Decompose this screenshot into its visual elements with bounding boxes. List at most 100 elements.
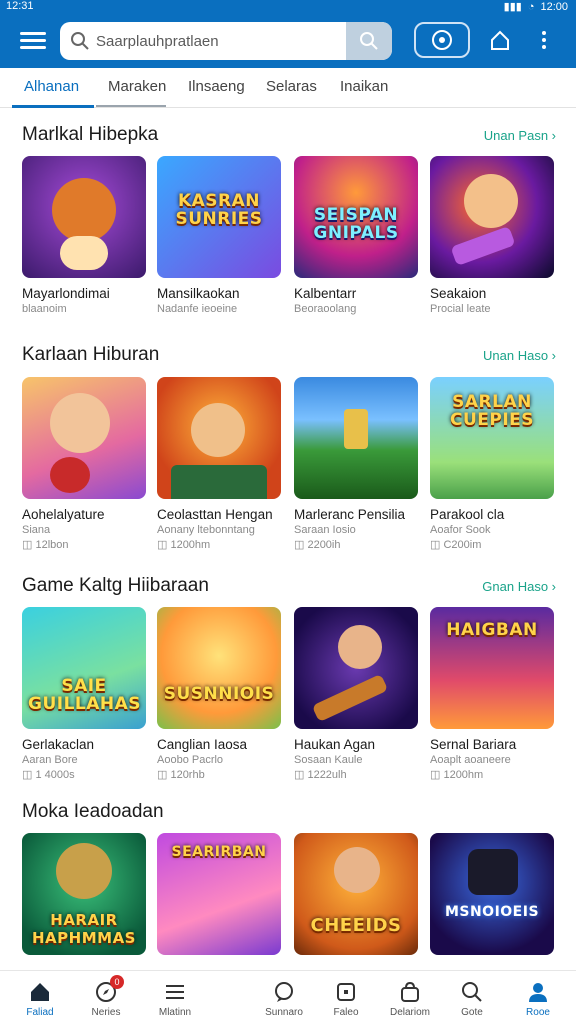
section-see-all-link[interactable]: Gnan Haso › bbox=[482, 579, 556, 594]
status-time: 12:31 bbox=[6, 0, 34, 12]
tab-maraken[interactable]: Maraken bbox=[108, 78, 166, 95]
game-card[interactable]: SUSNNIOIS Canglian Iaosa Aoobo Pacrlo ◫ … bbox=[157, 607, 281, 781]
game-logo-text: SARLAN CUEPIES bbox=[449, 392, 535, 430]
game-title: Seakaion bbox=[430, 286, 487, 301]
game-card[interactable]: SAIE GUILLAHAS Gerlakaclan Aaran Bore ◫ … bbox=[22, 607, 146, 781]
game-thumbnail: CHEEIDS bbox=[294, 833, 418, 955]
nav-item-home[interactable]: Faliad bbox=[10, 979, 70, 1018]
section-title: Marlkal Hibepka bbox=[22, 124, 159, 145]
bag-icon bbox=[401, 981, 419, 1002]
menu-button[interactable] bbox=[20, 28, 46, 52]
game-subtitle: Aoafor Sook bbox=[430, 524, 491, 536]
game-title: Haukan Agan bbox=[294, 737, 376, 752]
card-icon bbox=[337, 983, 355, 1001]
more-options-button[interactable] bbox=[528, 22, 560, 58]
game-logo-text: KASRAN SUNRIES bbox=[175, 191, 263, 229]
game-subtitle: Saraan Iosio bbox=[294, 524, 356, 536]
game-card[interactable]: Ceolasttan Hengan Aonany ltebonntang ◫ 1… bbox=[157, 377, 281, 551]
profile-icon bbox=[529, 983, 547, 1002]
game-logo-text: SAIE GUILLAHAS bbox=[28, 676, 142, 714]
game-meta: ◫ 12lbon bbox=[22, 539, 69, 551]
tab-ilnsaeng[interactable]: Ilnsaeng bbox=[188, 78, 245, 95]
game-thumbnail: MSNOIOEIS bbox=[430, 833, 554, 955]
notification-badge: 0 bbox=[110, 975, 124, 989]
game-thumbnail: SUSNNIOIS bbox=[157, 607, 281, 729]
game-subtitle: Beoraoolang bbox=[294, 303, 357, 315]
game-card[interactable]: Aohelalyature Siana ◫ 12lbon bbox=[22, 377, 146, 551]
game-card[interactable]: HAIGBAN Sernal Bariara Aoaplt aoaneere ◫… bbox=[430, 607, 554, 781]
game-thumbnail: SEISPAN GNIPALS bbox=[294, 156, 418, 278]
tab-inaikan[interactable]: Inaikan bbox=[340, 78, 388, 95]
game-subtitle: Aaran Bore bbox=[22, 754, 78, 766]
game-meta: ◫ 1200hm bbox=[430, 769, 484, 781]
search-input[interactable] bbox=[96, 22, 346, 60]
game-card[interactable]: HARAIR HAPHMMAS bbox=[22, 833, 146, 955]
status-icons: ▮▮▮ ◔ 12:00 bbox=[503, 0, 568, 14]
game-thumbnail bbox=[294, 607, 418, 729]
nav-label: Neries bbox=[91, 1007, 121, 1018]
signal-icon: ▮▮▮ bbox=[503, 1, 522, 13]
game-subtitle: Sosaan Kaule bbox=[294, 754, 363, 766]
more-vertical-icon bbox=[542, 31, 546, 49]
game-meta: ◫ C200im bbox=[430, 539, 482, 551]
nav-item-chat[interactable]: Sunnaro bbox=[254, 979, 314, 1018]
nav-item-profile[interactable]: Rooe bbox=[508, 979, 568, 1018]
game-card[interactable]: Mayarlondimai blaanoim bbox=[22, 156, 146, 315]
game-card[interactable]: CHEEIDS bbox=[294, 833, 418, 955]
section-title: Karlaan Hiburan bbox=[22, 344, 160, 365]
game-subtitle: blaanoim bbox=[22, 303, 67, 315]
nav-label: Mlatinn bbox=[158, 1007, 192, 1018]
tab-alhanan[interactable]: Alhanan bbox=[24, 78, 79, 95]
section-see-all-link[interactable]: Unan Haso › bbox=[483, 348, 556, 363]
game-card[interactable]: SEISPAN GNIPALS Kalbentarr Beoraoolang bbox=[294, 156, 418, 315]
game-card[interactable]: MSNOIOEIS bbox=[430, 833, 554, 955]
gamepad-button[interactable] bbox=[414, 22, 470, 58]
download-icon: ◫ bbox=[294, 769, 308, 781]
status-clock-right: 12:00 bbox=[540, 0, 568, 13]
nav-label: Faleo bbox=[333, 1007, 359, 1018]
nav-item-card[interactable]: Faleo bbox=[316, 979, 376, 1018]
game-subtitle: Siana bbox=[22, 524, 51, 536]
game-meta: ◫ 1222ulh bbox=[294, 769, 347, 781]
nav-item-news[interactable]: 0 Neries bbox=[76, 975, 136, 1018]
nav-item-bag[interactable]: Delariom bbox=[380, 979, 440, 1018]
download-icon: ◫ bbox=[157, 539, 171, 551]
game-title: Kalbentarr bbox=[294, 286, 357, 301]
download-icon: ◫ bbox=[430, 539, 444, 551]
app-bar: 12:31 ▮▮▮ ◔ 12:00 bbox=[0, 0, 576, 68]
list-icon bbox=[166, 985, 184, 999]
game-card[interactable]: Seakaion Procial leate bbox=[430, 156, 554, 315]
nav-label: Gote bbox=[461, 1007, 483, 1018]
active-tab-indicator bbox=[12, 105, 94, 108]
nav-item-search[interactable]: Gote bbox=[442, 979, 502, 1018]
game-card[interactable]: Marleranc Pensilia Saraan Iosio ◫ 2200ih bbox=[294, 377, 418, 551]
search-submit-button[interactable] bbox=[346, 22, 392, 60]
tab-divider bbox=[96, 105, 166, 107]
game-title: Mansilkaokan bbox=[157, 286, 240, 301]
game-card[interactable]: Haukan Agan Sosaan Kaule ◫ 1222ulh bbox=[294, 607, 418, 781]
game-meta: ◫ 120rhb bbox=[157, 769, 205, 781]
gamepad-icon bbox=[432, 30, 452, 50]
download-icon: ◫ bbox=[157, 769, 171, 781]
search-bar[interactable] bbox=[60, 22, 392, 60]
game-subtitle: Aonany ltebonntang bbox=[157, 524, 255, 536]
nav-label: Sunnaro bbox=[265, 1007, 303, 1018]
game-logo-text: HARAIR HAPHMMAS bbox=[32, 911, 136, 947]
game-meta: ◫ 2200ih bbox=[294, 539, 341, 551]
download-icon: ◫ bbox=[294, 539, 308, 551]
game-subtitle: Nadanfe ieoeine bbox=[157, 303, 238, 315]
game-title: Sernal Bariara bbox=[430, 737, 517, 752]
section-see-all-link[interactable]: Unan Pasn › bbox=[484, 128, 556, 143]
game-card[interactable]: SARLAN CUEPIES Parakool cla Aoafor Sook … bbox=[430, 377, 554, 551]
tab-selaras[interactable]: Selaras bbox=[266, 78, 317, 95]
nav-item-list[interactable]: Mlatinn bbox=[145, 979, 205, 1018]
game-thumbnail: HARAIR HAPHMMAS bbox=[22, 833, 146, 955]
game-title: Gerlakaclan bbox=[22, 737, 95, 752]
home-icon bbox=[491, 30, 509, 50]
game-card[interactable]: KASRAN SUNRIES Mansilkaokan Nadanfe ieoe… bbox=[157, 156, 281, 315]
game-card[interactable]: SEARIRBAN bbox=[157, 833, 281, 955]
home-button[interactable] bbox=[484, 22, 516, 58]
category-tabs: Alhanan Maraken Ilnsaeng Selaras Inaikan bbox=[0, 68, 576, 108]
game-meta: ◫ 1 4000s bbox=[22, 769, 75, 781]
game-subtitle: Aoobo Pacrlo bbox=[157, 754, 224, 766]
